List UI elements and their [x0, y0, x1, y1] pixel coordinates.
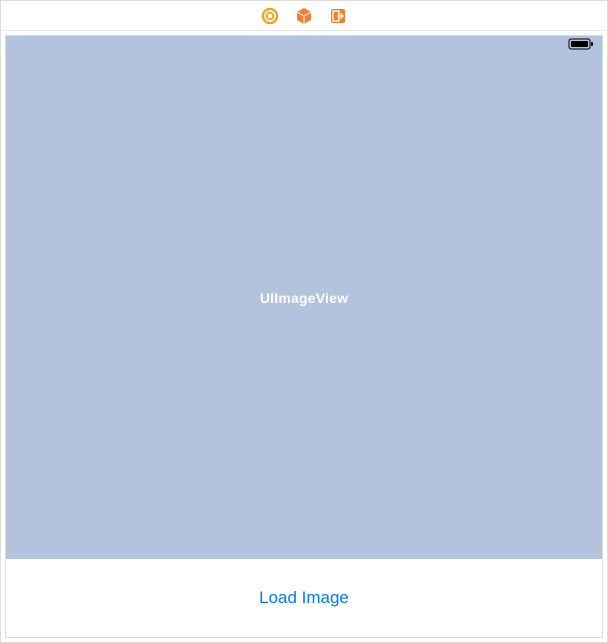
- bottom-bar: Load Image: [6, 559, 602, 637]
- xcode-scene-editor: UIImageView Load Image: [0, 0, 608, 643]
- battery-icon: [568, 37, 594, 55]
- uiimageview-label: UIImageView: [260, 290, 348, 306]
- object-cube-icon[interactable]: [295, 7, 313, 25]
- class-identity-icon[interactable]: [261, 7, 279, 25]
- scene-toolbar: [1, 1, 607, 31]
- load-image-button[interactable]: Load Image: [259, 588, 349, 608]
- exit-segue-icon[interactable]: [329, 7, 347, 25]
- status-bar: [6, 36, 602, 56]
- uiimageview-placeholder[interactable]: UIImageView: [6, 36, 602, 559]
- device-canvas[interactable]: UIImageView Load Image: [5, 35, 603, 638]
